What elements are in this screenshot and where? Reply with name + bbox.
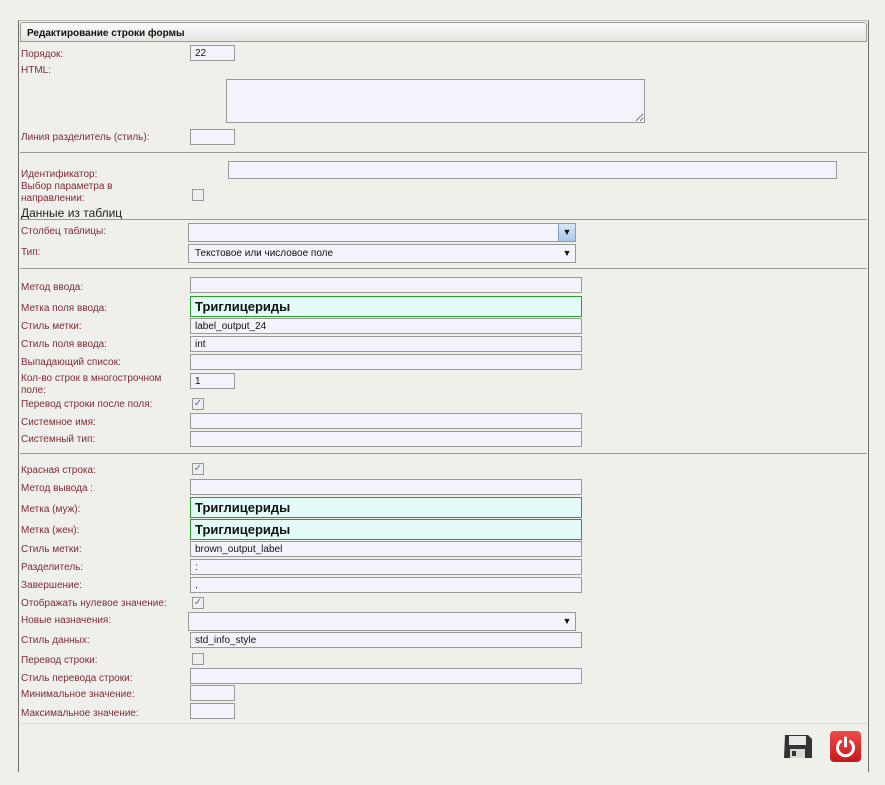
- label-label-female: Метка (жен):: [21, 525, 181, 537]
- identifier-input[interactable]: [228, 161, 837, 179]
- max-value-input[interactable]: [190, 703, 235, 719]
- power-icon[interactable]: [830, 731, 861, 762]
- order-input[interactable]: [190, 45, 235, 61]
- label-male-input[interactable]: [190, 497, 582, 518]
- dropdown-input[interactable]: [190, 354, 582, 370]
- label-rows-count: Кол-во строк в многострочном поле:: [21, 373, 176, 397]
- divider: [20, 219, 867, 220]
- divider: [20, 152, 867, 153]
- divider: [20, 453, 867, 454]
- label-newline-style: Стиль перевода строки:: [21, 673, 181, 685]
- label-order: Порядок:: [21, 49, 181, 61]
- chevron-down-icon[interactable]: ▼: [558, 224, 575, 241]
- system-name-input[interactable]: [190, 413, 582, 429]
- panel-header: Редактирование строки формы: [20, 22, 867, 42]
- type-select[interactable]: Текстовое или числовое поле ▼: [188, 244, 576, 263]
- min-value-input[interactable]: [190, 685, 235, 701]
- label-label-style2: Стиль метки:: [21, 544, 181, 556]
- label-identifier: Идентификатор:: [21, 169, 181, 181]
- rows-count-input[interactable]: [190, 373, 235, 389]
- output-method-input[interactable]: [190, 479, 582, 495]
- input-method-input[interactable]: [190, 277, 582, 293]
- label-html: HTML:: [21, 65, 181, 77]
- label-output-method: Метод вывода :: [21, 483, 181, 495]
- label-param-select: Выбор параметра в направлении:: [21, 181, 161, 205]
- label-label-style: Стиль метки:: [21, 321, 181, 333]
- new-assignments-select[interactable]: ▼: [188, 612, 576, 631]
- divider-input[interactable]: [190, 129, 235, 145]
- label-separator: Разделитель:: [21, 562, 181, 574]
- label-min-value: Минимальное значение:: [21, 689, 181, 701]
- chevron-down-icon[interactable]: ▼: [559, 613, 575, 630]
- label-input-style: Стиль поля ввода:: [21, 339, 181, 351]
- label-input-method: Метод ввода:: [21, 282, 181, 294]
- label-newline: Перевод строки:: [21, 655, 181, 667]
- label-input-label: Метка поля ввода:: [21, 303, 181, 315]
- label-style-input[interactable]: [190, 318, 582, 334]
- label-new-assignments: Новые назначения:: [21, 615, 181, 627]
- label-table-column: Столбец таблицы:: [21, 226, 181, 238]
- ending-input[interactable]: [190, 577, 582, 593]
- label-max-value: Максимальное значение:: [21, 708, 181, 720]
- label-system-type: Системный тип:: [21, 434, 181, 446]
- label-dropdown: Выпадающий список:: [21, 357, 181, 369]
- form-footer: [19, 723, 868, 772]
- label-style2-input[interactable]: [190, 541, 582, 557]
- label-newline-after: Перевод строки после поля:: [21, 399, 181, 411]
- input-style-input[interactable]: [190, 336, 582, 352]
- label-ending: Завершение:: [21, 580, 181, 592]
- label-show-zero: Отображать нулевое значение:: [21, 598, 181, 610]
- label-system-name: Системное имя:: [21, 417, 181, 429]
- input-label-input[interactable]: [190, 296, 582, 317]
- floppy-disk-icon[interactable]: [782, 733, 814, 760]
- separator-input[interactable]: [190, 559, 582, 575]
- divider: [20, 268, 867, 269]
- label-red-line: Красная строка:: [21, 465, 181, 477]
- type-value: Текстовое или числовое поле: [195, 248, 333, 259]
- system-type-input[interactable]: [190, 431, 582, 447]
- section-table-data: Данные из таблиц: [21, 206, 181, 220]
- newline-checkbox[interactable]: [192, 653, 204, 665]
- label-label-male: Метка (муж):: [21, 504, 181, 516]
- show-zero-checkbox[interactable]: ✓: [192, 597, 204, 609]
- newline-style-input[interactable]: [190, 668, 582, 684]
- newline-after-checkbox[interactable]: ✓: [192, 398, 204, 410]
- data-style-input[interactable]: [190, 632, 582, 648]
- chevron-down-icon[interactable]: ▼: [559, 245, 575, 262]
- label-type: Тип:: [21, 247, 181, 259]
- label-divider: Линия разделитель (стиль):: [21, 132, 181, 144]
- param-select-checkbox[interactable]: [192, 189, 204, 201]
- red-line-checkbox[interactable]: ✓: [192, 463, 204, 475]
- table-column-select[interactable]: ▼: [188, 223, 576, 242]
- label-data-style: Стиль данных:: [21, 635, 181, 647]
- label-female-input[interactable]: [190, 519, 582, 540]
- html-textarea[interactable]: [226, 79, 645, 123]
